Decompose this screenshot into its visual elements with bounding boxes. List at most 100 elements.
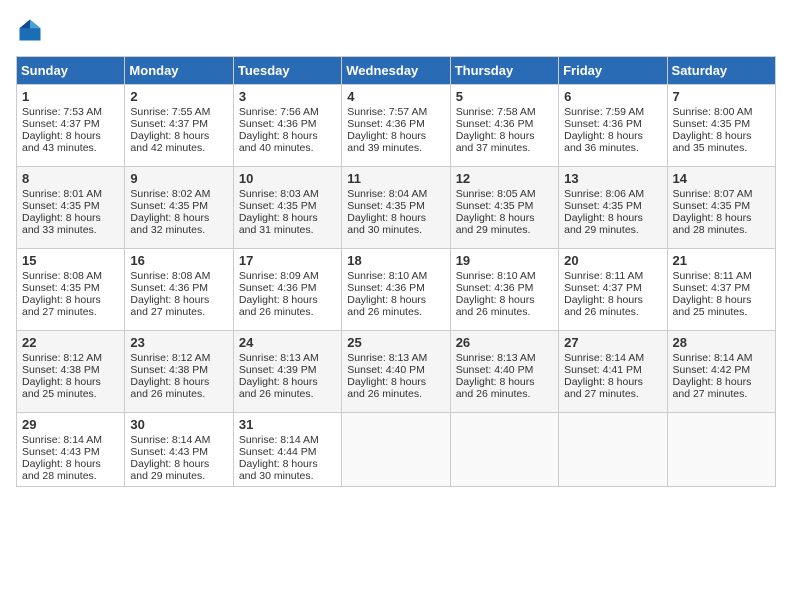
calendar-day-cell: 22 Sunrise: 8:12 AM Sunset: 4:38 PM Dayl… [17,331,125,413]
sunset-label: Sunset: 4:35 PM [22,200,100,212]
sunrise-label: Sunrise: 8:12 AM [130,352,210,364]
day-of-week-header: Tuesday [233,57,341,85]
day-number: 15 [22,253,119,268]
sunset-label: Sunset: 4:36 PM [564,118,642,130]
calendar-row: 8 Sunrise: 8:01 AM Sunset: 4:35 PM Dayli… [17,167,776,249]
calendar-day-cell: 26 Sunrise: 8:13 AM Sunset: 4:40 PM Dayl… [450,331,558,413]
sunrise-label: Sunrise: 8:13 AM [456,352,536,364]
sunset-label: Sunset: 4:38 PM [130,364,208,376]
sunrise-label: Sunrise: 8:14 AM [130,434,210,446]
sunset-label: Sunset: 4:36 PM [456,282,534,294]
sunrise-label: Sunrise: 8:00 AM [673,106,753,118]
calendar-header-row: SundayMondayTuesdayWednesdayThursdayFrid… [17,57,776,85]
calendar-day-cell: 7 Sunrise: 8:00 AM Sunset: 4:35 PM Dayli… [667,85,775,167]
daylight-label: Daylight: 8 hours and 28 minutes. [22,458,101,482]
sunset-label: Sunset: 4:36 PM [239,282,317,294]
sunrise-label: Sunrise: 7:59 AM [564,106,644,118]
calendar-day-cell: 23 Sunrise: 8:12 AM Sunset: 4:38 PM Dayl… [125,331,233,413]
day-number: 6 [564,89,661,104]
day-number: 16 [130,253,227,268]
day-number: 17 [239,253,336,268]
sunset-label: Sunset: 4:39 PM [239,364,317,376]
day-of-week-header: Thursday [450,57,558,85]
day-number: 9 [130,171,227,186]
day-number: 31 [239,417,336,432]
day-number: 24 [239,335,336,350]
daylight-label: Daylight: 8 hours and 27 minutes. [22,294,101,318]
day-number: 4 [347,89,444,104]
calendar-row: 15 Sunrise: 8:08 AM Sunset: 4:35 PM Dayl… [17,249,776,331]
sunset-label: Sunset: 4:35 PM [564,200,642,212]
sunrise-label: Sunrise: 8:06 AM [564,188,644,200]
calendar-day-cell: 3 Sunrise: 7:56 AM Sunset: 4:36 PM Dayli… [233,85,341,167]
daylight-label: Daylight: 8 hours and 26 minutes. [239,376,318,400]
day-number: 22 [22,335,119,350]
calendar-day-cell: 24 Sunrise: 8:13 AM Sunset: 4:39 PM Dayl… [233,331,341,413]
calendar-day-cell: 15 Sunrise: 8:08 AM Sunset: 4:35 PM Dayl… [17,249,125,331]
daylight-label: Daylight: 8 hours and 25 minutes. [673,294,752,318]
sunrise-label: Sunrise: 8:10 AM [456,270,536,282]
sunrise-label: Sunrise: 7:55 AM [130,106,210,118]
calendar-row: 22 Sunrise: 8:12 AM Sunset: 4:38 PM Dayl… [17,331,776,413]
calendar-day-cell: 6 Sunrise: 7:59 AM Sunset: 4:36 PM Dayli… [559,85,667,167]
calendar-day-cell: 18 Sunrise: 8:10 AM Sunset: 4:36 PM Dayl… [342,249,450,331]
sunset-label: Sunset: 4:36 PM [347,282,425,294]
sunset-label: Sunset: 4:35 PM [239,200,317,212]
daylight-label: Daylight: 8 hours and 27 minutes. [130,294,209,318]
daylight-label: Daylight: 8 hours and 26 minutes. [456,294,535,318]
daylight-label: Daylight: 8 hours and 26 minutes. [564,294,643,318]
calendar-day-cell: 13 Sunrise: 8:06 AM Sunset: 4:35 PM Dayl… [559,167,667,249]
day-number: 23 [130,335,227,350]
daylight-label: Daylight: 8 hours and 33 minutes. [22,212,101,236]
day-number: 11 [347,171,444,186]
day-number: 28 [673,335,770,350]
daylight-label: Daylight: 8 hours and 27 minutes. [564,376,643,400]
sunset-label: Sunset: 4:36 PM [130,282,208,294]
daylight-label: Daylight: 8 hours and 29 minutes. [456,212,535,236]
sunset-label: Sunset: 4:37 PM [564,282,642,294]
daylight-label: Daylight: 8 hours and 27 minutes. [673,376,752,400]
sunset-label: Sunset: 4:40 PM [456,364,534,376]
daylight-label: Daylight: 8 hours and 37 minutes. [456,130,535,154]
day-number: 19 [456,253,553,268]
calendar-day-cell: 28 Sunrise: 8:14 AM Sunset: 4:42 PM Dayl… [667,331,775,413]
day-of-week-header: Monday [125,57,233,85]
daylight-label: Daylight: 8 hours and 40 minutes. [239,130,318,154]
sunset-label: Sunset: 4:37 PM [130,118,208,130]
empty-calendar-cell [559,413,667,487]
sunrise-label: Sunrise: 8:14 AM [673,352,753,364]
sunrise-label: Sunrise: 8:14 AM [239,434,319,446]
sunrise-label: Sunrise: 8:14 AM [564,352,644,364]
calendar-row: 29 Sunrise: 8:14 AM Sunset: 4:43 PM Dayl… [17,413,776,487]
day-number: 26 [456,335,553,350]
daylight-label: Daylight: 8 hours and 26 minutes. [347,294,426,318]
day-number: 12 [456,171,553,186]
sunrise-label: Sunrise: 8:09 AM [239,270,319,282]
day-number: 8 [22,171,119,186]
daylight-label: Daylight: 8 hours and 36 minutes. [564,130,643,154]
sunrise-label: Sunrise: 8:08 AM [22,270,102,282]
daylight-label: Daylight: 8 hours and 26 minutes. [239,294,318,318]
day-number: 2 [130,89,227,104]
sunrise-label: Sunrise: 8:04 AM [347,188,427,200]
sunset-label: Sunset: 4:35 PM [456,200,534,212]
day-number: 18 [347,253,444,268]
daylight-label: Daylight: 8 hours and 29 minutes. [130,458,209,482]
sunset-label: Sunset: 4:36 PM [347,118,425,130]
day-number: 27 [564,335,661,350]
calendar-day-cell: 30 Sunrise: 8:14 AM Sunset: 4:43 PM Dayl… [125,413,233,487]
calendar-day-cell: 8 Sunrise: 8:01 AM Sunset: 4:35 PM Dayli… [17,167,125,249]
sunrise-label: Sunrise: 8:02 AM [130,188,210,200]
empty-calendar-cell [450,413,558,487]
sunset-label: Sunset: 4:41 PM [564,364,642,376]
sunrise-label: Sunrise: 8:14 AM [22,434,102,446]
sunrise-label: Sunrise: 7:58 AM [456,106,536,118]
sunrise-label: Sunrise: 7:53 AM [22,106,102,118]
daylight-label: Daylight: 8 hours and 26 minutes. [456,376,535,400]
sunrise-label: Sunrise: 8:11 AM [673,270,752,282]
calendar-table: SundayMondayTuesdayWednesdayThursdayFrid… [16,56,776,487]
calendar-day-cell: 29 Sunrise: 8:14 AM Sunset: 4:43 PM Dayl… [17,413,125,487]
sunset-label: Sunset: 4:36 PM [239,118,317,130]
calendar-day-cell: 1 Sunrise: 7:53 AM Sunset: 4:37 PM Dayli… [17,85,125,167]
calendar-day-cell: 21 Sunrise: 8:11 AM Sunset: 4:37 PM Dayl… [667,249,775,331]
